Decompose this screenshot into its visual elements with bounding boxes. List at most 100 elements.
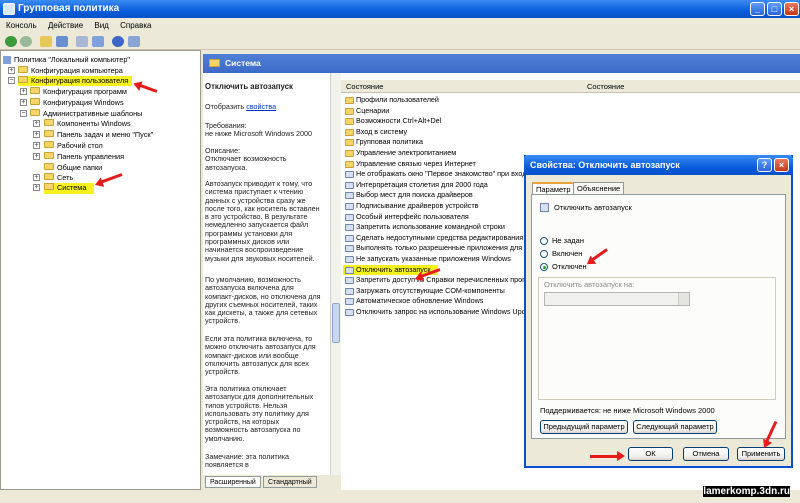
menu-view[interactable]: Вид bbox=[94, 21, 108, 30]
result-pane-header: Система bbox=[203, 54, 800, 73]
radio-disabled[interactable] bbox=[540, 263, 548, 271]
list-header: Состояние Состояние bbox=[341, 80, 800, 93]
policy-icon bbox=[345, 298, 354, 306]
tree-item-taskbar[interactable]: Панель задач и меню "Пуск" bbox=[44, 130, 153, 140]
menu-action[interactable]: Действие bbox=[48, 21, 83, 30]
up-folder-icon[interactable] bbox=[40, 36, 52, 47]
policy-icon bbox=[345, 192, 354, 200]
tree-label: Общие папки bbox=[57, 163, 103, 172]
list-item[interactable]: Возможности Ctrl+Alt+Del bbox=[343, 116, 528, 126]
list-item[interactable]: Отключить запрос на использование Window… bbox=[343, 307, 528, 317]
tree-label: Компоненты Windows bbox=[57, 119, 131, 128]
menu-console[interactable]: Консоль bbox=[6, 21, 37, 30]
list-item[interactable]: Сделать недоступными средства редактиров… bbox=[343, 233, 528, 243]
expand-icon[interactable]: + bbox=[33, 131, 40, 138]
tree-item-network[interactable]: Сеть bbox=[44, 173, 73, 183]
list-item[interactable]: Не отображать окно "Первое знакомство" п… bbox=[343, 169, 528, 179]
description-p2: Автозапуск приводит к тому, что система … bbox=[205, 179, 320, 263]
tree-item-control-panel[interactable]: Панель управления bbox=[44, 152, 124, 162]
chevron-down-icon bbox=[678, 293, 689, 305]
list-item[interactable]: Особый интерфейс пользователя bbox=[343, 212, 528, 222]
description-p5: Эта политика отключает автозапуск для до… bbox=[205, 384, 314, 443]
list-item[interactable]: Групповая политика bbox=[343, 137, 528, 147]
help-button[interactable]: ? bbox=[757, 158, 772, 172]
tree-item-windows-components[interactable]: Компоненты Windows bbox=[44, 119, 131, 129]
scroll-thumb[interactable] bbox=[332, 303, 340, 343]
maximize-button[interactable]: □ bbox=[767, 2, 782, 16]
list-item[interactable]: Сценарии bbox=[343, 106, 528, 116]
list-item[interactable]: Выполнять только разрешенные приложения … bbox=[343, 243, 528, 253]
expand-icon[interactable]: + bbox=[33, 120, 40, 127]
expand-icon[interactable]: + bbox=[33, 153, 40, 160]
dialog-title-bar: Свойства: Отключить автозапуск ? × bbox=[524, 155, 793, 175]
list-item[interactable]: Профили пользователей bbox=[343, 95, 528, 105]
list-item[interactable]: Вход в систему bbox=[343, 127, 528, 137]
tree-item-desktop[interactable]: Рабочий стол bbox=[44, 141, 103, 151]
tree-item-windows-settings[interactable]: Конфигурация Windows bbox=[30, 98, 124, 108]
list-item[interactable]: Загружать отсутствующие COM-компоненты bbox=[343, 286, 528, 296]
list-item-label: Особый интерфейс пользователя bbox=[356, 211, 469, 221]
list-item[interactable]: Интерпретация столетия для 2000 года bbox=[343, 180, 528, 190]
previous-setting-button[interactable]: Предыдущий параметр bbox=[540, 420, 628, 434]
list-item[interactable]: Автоматическое обновление Windows bbox=[343, 296, 528, 306]
folder-icon bbox=[44, 152, 54, 159]
close-button[interactable]: × bbox=[784, 2, 799, 16]
expand-icon[interactable]: + bbox=[33, 184, 40, 191]
column-header-state[interactable]: Состояние bbox=[587, 80, 624, 93]
list-item[interactable]: Управление электропитанием bbox=[343, 148, 528, 158]
menu-help[interactable]: Справка bbox=[120, 21, 151, 30]
expand-icon[interactable]: + bbox=[33, 174, 40, 181]
expand-icon[interactable]: + bbox=[8, 67, 15, 74]
policy-icon bbox=[345, 245, 354, 253]
forward-icon[interactable] bbox=[20, 36, 32, 47]
tree-item-system[interactable]: Система bbox=[44, 183, 95, 194]
folder-icon bbox=[44, 183, 54, 190]
radio-enabled[interactable] bbox=[540, 250, 548, 258]
folder-icon bbox=[44, 119, 54, 126]
list-item[interactable]: Выбор мест для поиска драйверов bbox=[343, 190, 528, 200]
expand-icon[interactable]: + bbox=[33, 142, 40, 149]
tab-extended[interactable]: Расширенный bbox=[205, 476, 261, 488]
list-item[interactable]: Не запускать указанные приложения Window… bbox=[343, 254, 528, 264]
list-item[interactable]: Управление связью через Интернет bbox=[343, 159, 528, 169]
dialog-close-button[interactable]: × bbox=[774, 158, 789, 172]
help-icon[interactable] bbox=[112, 36, 124, 47]
tree-item-local-policy[interactable]: Политика "Локальный компьютер" bbox=[3, 55, 130, 65]
apply-button[interactable]: Применить bbox=[737, 447, 785, 461]
next-setting-button[interactable]: Следующий параметр bbox=[633, 420, 717, 434]
list-item-label: Возможности Ctrl+Alt+Del bbox=[356, 116, 442, 126]
description-scrollbar[interactable] bbox=[330, 73, 341, 475]
expand-icon[interactable]: + bbox=[20, 88, 27, 95]
window-title: Групповая политика bbox=[18, 3, 120, 14]
tree-item-shared-folders[interactable]: Общие папки bbox=[44, 163, 102, 173]
show-hide-tree-icon[interactable] bbox=[56, 36, 68, 47]
tree-item-user-config[interactable]: Конфигурация пользователя bbox=[18, 76, 133, 86]
tree-label: Конфигурация компьютера bbox=[31, 66, 123, 75]
list-item[interactable]: Запретить использование командной строки bbox=[343, 222, 528, 232]
list-item[interactable]: Запретить доступ из Справки перечисленны… bbox=[343, 275, 528, 285]
radio-not-configured[interactable] bbox=[540, 237, 548, 245]
properties-link[interactable]: свойства bbox=[246, 102, 276, 111]
console-tree-icon[interactable] bbox=[128, 36, 140, 47]
policy-icon bbox=[345, 171, 354, 179]
back-icon[interactable] bbox=[5, 36, 17, 47]
tree-label: Политика "Локальный компьютер" bbox=[14, 55, 130, 64]
export-list-icon[interactable] bbox=[92, 36, 104, 47]
tree-item-software-settings[interactable]: Конфигурация программ bbox=[30, 87, 127, 97]
tree-label: Сеть bbox=[57, 173, 74, 182]
collapse-icon[interactable]: − bbox=[8, 77, 15, 84]
tab-standard[interactable]: Стандартный bbox=[263, 476, 317, 488]
collapse-icon[interactable]: − bbox=[20, 110, 27, 117]
expand-icon[interactable]: + bbox=[20, 99, 27, 106]
cancel-button[interactable]: Отмена bbox=[683, 447, 729, 461]
tree-item-computer-config[interactable]: Конфигурация компьютера bbox=[18, 66, 123, 76]
list-item[interactable]: Подписывание драйверов устройств bbox=[343, 201, 528, 211]
column-header-name[interactable]: Состояние bbox=[346, 80, 383, 93]
tree-item-admin-templates[interactable]: Административные шаблоны bbox=[30, 109, 142, 119]
drives-combo[interactable] bbox=[544, 292, 690, 306]
ok-button[interactable]: ОК bbox=[628, 447, 673, 461]
properties-icon[interactable] bbox=[76, 36, 88, 47]
folder-icon bbox=[44, 141, 54, 148]
description-p4: Если эта политика включена, то можно отк… bbox=[205, 334, 316, 377]
minimize-button[interactable]: _ bbox=[750, 2, 765, 16]
